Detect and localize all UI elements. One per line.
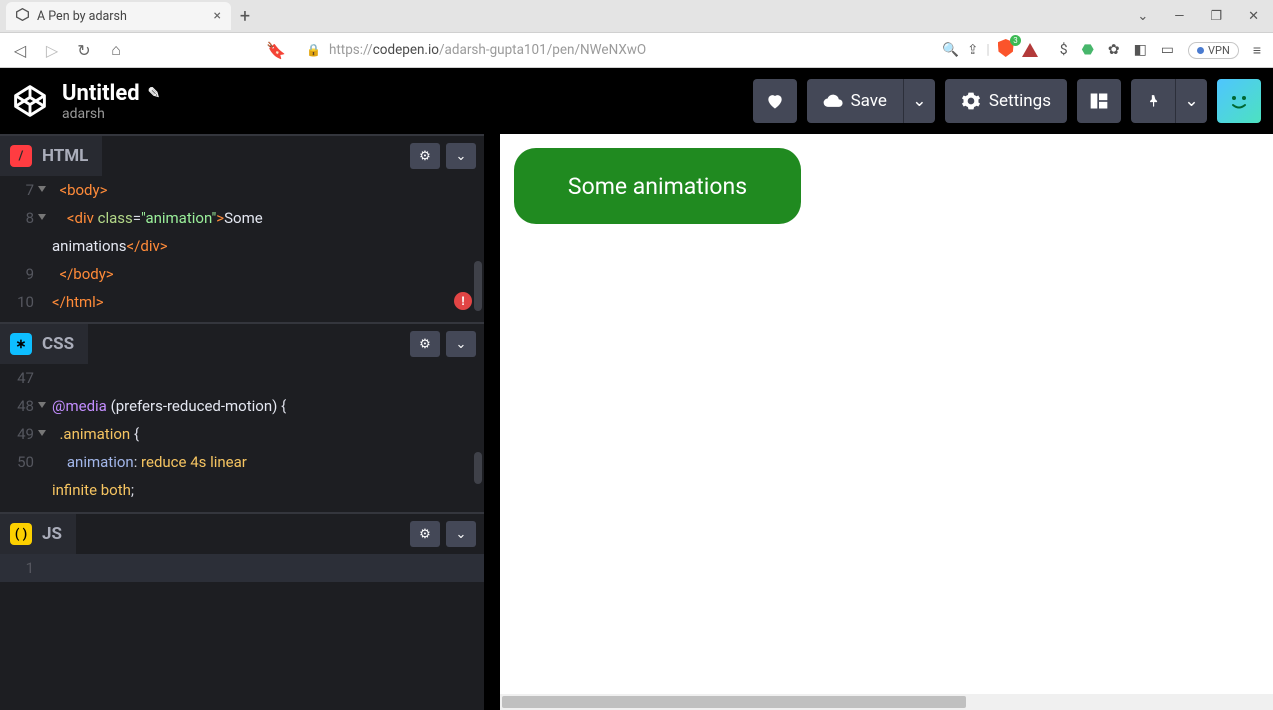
nav-forward-icon[interactable]: ▷ (40, 41, 64, 60)
preview-pill-text: Some animations (568, 173, 747, 200)
chevron-down-icon[interactable]: ⌄ (1137, 9, 1148, 24)
rewards-icon[interactable]: $ (1060, 42, 1068, 58)
css-scrollbar[interactable] (474, 452, 482, 484)
maximize-icon[interactable]: ❐ (1210, 9, 1222, 24)
nav-back-icon[interactable]: ◁ (8, 41, 32, 60)
pen-title: Untitled (62, 81, 140, 106)
tab-title: A Pen by adarsh (37, 9, 206, 24)
browser-toolbar: ◁ ▷ ↻ ⌂ 🔖 🔒 https://codepen.io/adarsh-gu… (0, 32, 1273, 68)
js-collapse-icon[interactable]: ⌄ (446, 521, 476, 547)
html-scrollbar[interactable] (474, 261, 482, 311)
settings-button[interactable]: Settings (945, 79, 1067, 123)
layout-button[interactable] (1077, 79, 1121, 123)
close-window-icon[interactable]: ✕ (1248, 9, 1259, 24)
extension-icon[interactable]: ⬣ (1082, 42, 1094, 58)
tab-favicon (16, 8, 29, 25)
reload-icon[interactable]: ↻ (72, 41, 96, 60)
preview-scrollbar[interactable] (500, 694, 1273, 710)
css-editor: ∗ CSS ⚙ ⌄ 47 48@media (prefers-reduced-m… (0, 322, 484, 512)
html-collapse-icon[interactable]: ⌄ (446, 143, 476, 169)
css-collapse-icon[interactable]: ⌄ (446, 331, 476, 357)
html-editor-body[interactable]: 7 <body> 8 <div class="animation">Some a… (0, 176, 484, 316)
url-text: https://codepen.io/adarsh-gupta101/pen/N… (329, 42, 934, 58)
pen-author[interactable]: adarsh (62, 106, 160, 122)
like-button[interactable] (753, 79, 797, 123)
js-editor: ( ) JS ⚙ ⌄ 1 (0, 512, 484, 710)
js-badge-icon: ( ) (10, 523, 32, 545)
close-tab-icon[interactable]: × (214, 8, 221, 24)
pen-header: Untitled ✎ adarsh Save ⌄ Settings ⌄ (0, 68, 1273, 134)
css-editor-name: CSS (42, 334, 74, 354)
bookmark-icon[interactable]: 🔖 (264, 41, 288, 60)
address-bar[interactable]: 🔒 https://codepen.io/adarsh-gupta101/pen… (296, 36, 1048, 64)
js-editor-body[interactable]: 1 (0, 554, 484, 582)
css-badge-icon: ∗ (10, 333, 32, 355)
js-editor-name: JS (42, 524, 62, 544)
pen-title-wrap: Untitled ✎ adarsh (62, 81, 160, 122)
save-button-group: Save ⌄ (807, 79, 935, 123)
codepen-logo[interactable] (12, 83, 48, 119)
save-label: Save (851, 91, 887, 111)
brave-shield-icon[interactable]: 3 (998, 39, 1014, 61)
home-icon[interactable]: ⌂ (104, 40, 128, 60)
browser-chrome: A Pen by adarsh × + ⌄ — ❐ ✕ ◁ ▷ ↻ ⌂ 🔖 🔒 … (0, 0, 1273, 68)
save-button[interactable]: Save (807, 79, 903, 123)
html-editor: / HTML ⚙ ⌄ 7 <body> 8 <div class="animat… (0, 134, 484, 322)
editors-column: / HTML ⚙ ⌄ 7 <body> 8 <div class="animat… (0, 134, 500, 710)
toolbar-right-icons: $ ⬣ ✿ ◧ ▭ VPN ≡ (1056, 42, 1265, 59)
save-caret[interactable]: ⌄ (903, 79, 935, 123)
window-controls: ⌄ — ❐ ✕ (1137, 9, 1273, 24)
html-settings-icon[interactable]: ⚙ (410, 143, 440, 169)
triangle-badge-icon[interactable] (1022, 43, 1038, 57)
pin-button-group: ⌄ (1131, 79, 1207, 123)
preview-animation-pill: Some animations (514, 148, 801, 224)
lock-icon: 🔒 (306, 43, 321, 57)
menu-icon[interactable]: ≡ (1253, 42, 1261, 59)
workspace: / HTML ⚙ ⌄ 7 <body> 8 <div class="animat… (0, 134, 1273, 710)
html-badge-icon: / (10, 145, 32, 167)
minimize-icon[interactable]: — (1174, 9, 1184, 24)
html-editor-name: HTML (42, 146, 88, 166)
zoom-icon[interactable]: 🔍 (942, 42, 959, 58)
vpn-badge[interactable]: VPN (1188, 42, 1239, 59)
new-tab-button[interactable]: + (231, 2, 259, 30)
avatar[interactable] (1217, 79, 1261, 123)
html-editor-header: / HTML ⚙ ⌄ (0, 136, 484, 176)
tab-strip: A Pen by adarsh × + ⌄ — ❐ ✕ (0, 0, 1273, 32)
share-icon[interactable]: ⇪ (967, 42, 978, 58)
css-editor-header: ∗ CSS ⚙ ⌄ (0, 324, 484, 364)
js-settings-icon[interactable]: ⚙ (410, 521, 440, 547)
pin-button[interactable] (1131, 79, 1175, 123)
js-editor-header: ( ) JS ⚙ ⌄ (0, 514, 484, 554)
header-actions: Save ⌄ Settings ⌄ (753, 79, 1261, 123)
pin-caret[interactable]: ⌄ (1175, 79, 1207, 123)
error-badge-icon[interactable]: ! (454, 292, 472, 310)
preview-pane: Some animations (500, 134, 1273, 710)
wallet-icon[interactable]: ▭ (1161, 42, 1174, 58)
edit-title-icon[interactable]: ✎ (148, 84, 161, 102)
css-editor-body[interactable]: 47 48@media (prefers-reduced-motion) { 4… (0, 364, 484, 504)
puzzle-icon[interactable]: ✿ (1108, 42, 1120, 58)
side-panel-icon[interactable]: ◧ (1134, 42, 1147, 58)
settings-label: Settings (989, 91, 1051, 111)
browser-tab[interactable]: A Pen by adarsh × (6, 2, 231, 30)
css-settings-icon[interactable]: ⚙ (410, 331, 440, 357)
